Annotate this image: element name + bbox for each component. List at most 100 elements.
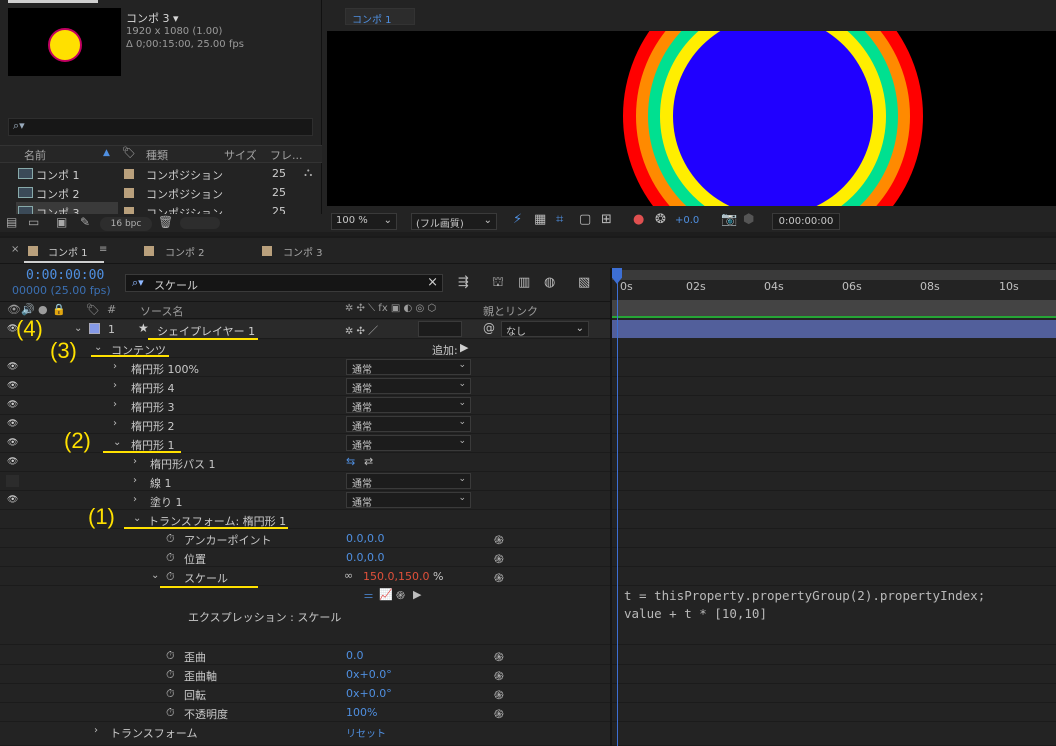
interpret-footage-icon[interactable]: ▤ xyxy=(6,215,17,229)
eye-icon[interactable]: 👁 xyxy=(7,438,19,448)
stopwatch-icon[interactable]: ⏱ xyxy=(166,649,175,663)
parent-select[interactable]: なし ⌄ xyxy=(501,321,589,338)
constrain-proportions-icon[interactable]: ∞ xyxy=(344,569,353,582)
project-item[interactable]: コンポ 1 コンポジション 25 xyxy=(0,164,300,183)
show-snapshot-icon[interactable]: ⬢ xyxy=(743,212,754,227)
video-switch-icon[interactable]: 👁 xyxy=(7,303,21,316)
graph-icon[interactable]: 📈 xyxy=(379,588,393,601)
tab-comp1[interactable]: コンポ 1 xyxy=(48,244,88,259)
position-value[interactable]: 0.0,0.0 xyxy=(346,551,384,564)
zoom-select[interactable]: 100 % ⌄ xyxy=(331,213,397,230)
reset-link[interactable]: リセット xyxy=(346,725,386,740)
flowchart-icon[interactable]: ⛬ xyxy=(304,165,312,180)
blend-mode-select[interactable]: 通常 ⌄ xyxy=(346,435,471,452)
property-row[interactable]: ⏱ 歪曲軸 0x+0.0° ֍ xyxy=(0,665,612,684)
expression-pickwhip-icon[interactable]: ֍ xyxy=(494,648,504,665)
scale-value[interactable]: 150.0,150.0 xyxy=(363,570,429,583)
stopwatch-icon[interactable]: ⏱ xyxy=(166,668,175,682)
col-size[interactable]: サイズ xyxy=(224,147,257,163)
chevron-down-icon[interactable]: ⌄ xyxy=(94,342,102,353)
work-area-bar[interactable] xyxy=(612,270,1056,280)
frame-blending-icon[interactable]: ◍ xyxy=(544,275,555,290)
quality-select[interactable]: (フル画質) ⌄ xyxy=(411,213,497,230)
new-folder-icon[interactable]: ▭ xyxy=(28,215,39,229)
stopwatch-icon[interactable]: ⏱ xyxy=(166,570,175,584)
eye-icon[interactable]: 👁 xyxy=(7,457,19,467)
expression-language-menu-icon[interactable]: ▶ xyxy=(413,588,421,601)
property-row[interactable]: 👁 (2) ⌄ 楕円形 1 通常 ⌄ xyxy=(0,428,612,453)
label-tag-icon[interactable]: 🏷 xyxy=(122,146,136,159)
exposure-value[interactable]: +0.0 xyxy=(675,215,699,226)
chevron-down-icon[interactable]: ⌄ xyxy=(151,570,159,581)
eye-placeholder[interactable] xyxy=(6,475,19,487)
eye-icon[interactable]: 👁 xyxy=(7,495,19,505)
snapshot-icon[interactable]: 📷 xyxy=(721,212,737,227)
chevron-right-icon[interactable]: › xyxy=(94,725,98,736)
col-source-name[interactable]: ソース名 xyxy=(140,303,183,319)
add-menu-icon[interactable]: ▶ xyxy=(460,341,468,354)
expression-pickwhip-icon[interactable]: ֍ xyxy=(494,531,504,548)
color-channels-icon[interactable]: ● xyxy=(633,212,644,227)
property-row[interactable]: 👁 › 楕円形 4 通常 ⌄ xyxy=(0,377,612,396)
property-row[interactable]: › 線 1 通常 ⌄ xyxy=(0,472,612,491)
viewer-tab[interactable]: コンポ 1 xyxy=(345,8,415,26)
trash-icon[interactable]: 🗑 xyxy=(158,215,173,229)
col-type[interactable]: 種類 xyxy=(146,147,168,163)
tab-comp3[interactable]: コンポ 3 xyxy=(283,244,323,259)
property-row[interactable]: ⏱ 位置 0.0,0.0 ֍ xyxy=(0,548,612,567)
chevron-right-icon[interactable]: › xyxy=(133,494,137,505)
project-item[interactable]: コンポ 3 コンポジション 25 xyxy=(0,202,300,214)
graph-editor-icon[interactable]: ▧ xyxy=(578,275,590,290)
layer-duration-bar[interactable] xyxy=(612,320,1056,338)
label-tag-icon[interactable]: 🏷 xyxy=(86,303,100,316)
eye-icon[interactable]: 👁 xyxy=(7,362,19,372)
skew-value[interactable]: 0.0 xyxy=(346,649,364,662)
clear-search-icon[interactable]: × xyxy=(427,275,438,290)
bit-depth-button[interactable]: 16 bpc xyxy=(100,217,152,231)
property-row[interactable]: › トランスフォーム リセット xyxy=(0,722,612,746)
layer-switches[interactable]: ✲ ✣ ／ xyxy=(345,322,378,337)
audio-switch-icon[interactable]: 🔊 xyxy=(21,303,35,316)
property-row[interactable]: 👁 › 楕円形パス 1 ⇆ ⇄ xyxy=(0,453,612,472)
timeline-search-input[interactable]: ⌕▾ スケール × xyxy=(125,274,443,292)
layer-name[interactable]: シェイプレイヤー 1 xyxy=(157,323,255,339)
exposure-reset-icon[interactable]: ❂ xyxy=(655,212,666,227)
close-tab-icon[interactable]: × xyxy=(11,244,19,255)
chevron-right-icon[interactable]: › xyxy=(113,418,117,429)
property-row[interactable]: ⏱ 不透明度 100% ֍ xyxy=(0,703,612,722)
expression-pickwhip-icon[interactable]: ֍ xyxy=(494,569,504,586)
tab-menu-icon[interactable]: ≡ xyxy=(99,244,107,255)
rotation-value[interactable]: 0x+0.0° xyxy=(346,687,392,700)
chevron-right-icon[interactable]: › xyxy=(133,456,137,467)
sort-up-icon[interactable]: ▲ xyxy=(103,148,110,158)
stopwatch-icon[interactable]: ⏱ xyxy=(166,532,175,546)
col-name[interactable]: 名前 xyxy=(24,147,46,163)
lock-switch-icon[interactable]: 🔒 xyxy=(52,303,66,316)
label-swatch[interactable] xyxy=(124,207,134,214)
brush-icon[interactable]: ✎ xyxy=(80,215,90,229)
property-row[interactable]: ⏱ アンカーポイント 0.0,0.0 ֍ xyxy=(0,529,612,548)
opacity-value[interactable]: 100% xyxy=(346,706,377,719)
pickwhip-icon[interactable]: @ xyxy=(483,321,495,335)
fast-preview-icon[interactable]: ⚡ xyxy=(513,212,522,227)
shy-layers-icon[interactable]: ▥ xyxy=(518,275,530,290)
stopwatch-icon[interactable]: ⏱ xyxy=(166,687,175,701)
path-direction-icon[interactable]: ⇆ xyxy=(346,455,355,468)
col-frame[interactable]: フレ... xyxy=(270,147,303,163)
label-swatch[interactable] xyxy=(124,188,134,198)
property-row[interactable]: (1) ⌄ トランスフォーム: 楕円形 1 xyxy=(0,504,612,529)
expression-pickwhip-icon[interactable]: ֍ xyxy=(396,588,405,603)
chevron-down-icon[interactable]: ⌄ xyxy=(133,513,141,524)
label-swatch[interactable] xyxy=(124,169,134,179)
chevron-down-icon[interactable]: ⌄ xyxy=(113,437,121,448)
stopwatch-icon[interactable]: ⏱ xyxy=(166,551,175,565)
property-row[interactable]: 👁 › 楕円形 2 通常 ⌄ xyxy=(0,415,612,434)
stopwatch-icon[interactable]: ⏱ xyxy=(166,706,175,720)
blend-mode-select[interactable]: 通常 ⌄ xyxy=(346,378,471,395)
property-row[interactable]: ⏱ 回転 0x+0.0° ֍ xyxy=(0,684,612,703)
blend-mode-select[interactable]: 通常 ⌄ xyxy=(346,492,471,509)
blend-mode-select[interactable]: 通常 ⌄ xyxy=(346,359,471,376)
eye-icon[interactable]: 👁 xyxy=(7,400,19,410)
path-reverse-icon[interactable]: ⇄ xyxy=(364,455,373,468)
expression-editor[interactable]: t = thisProperty.propertyGroup(2).proper… xyxy=(624,587,985,623)
